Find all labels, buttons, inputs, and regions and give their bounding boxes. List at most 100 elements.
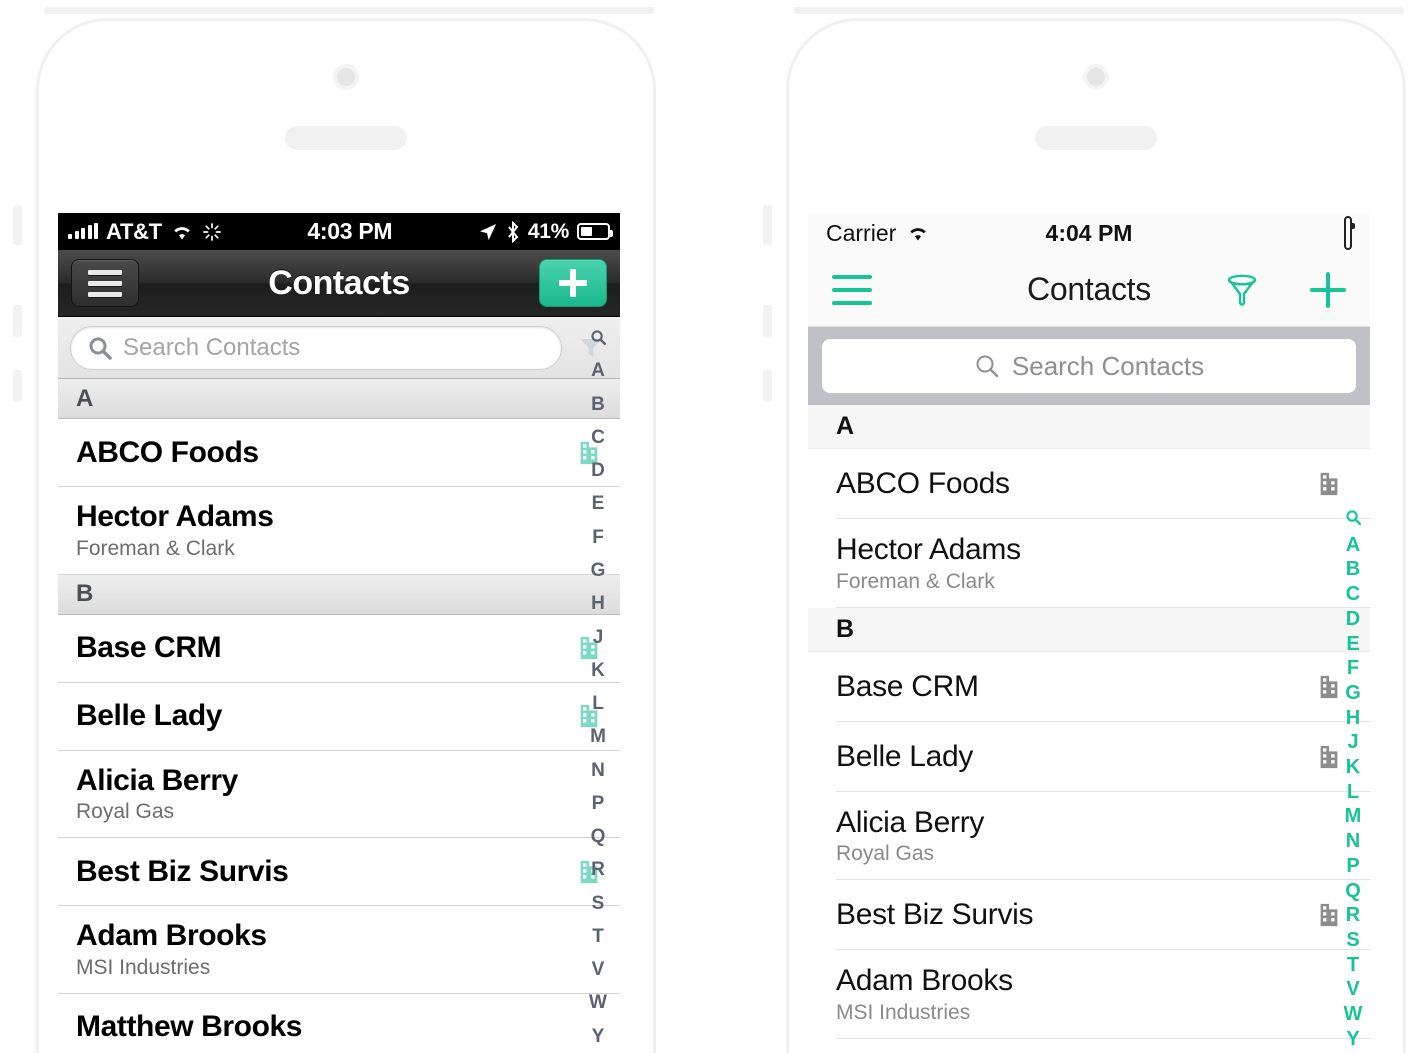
plus-icon [559, 269, 587, 297]
earpiece-speaker [1035, 126, 1157, 150]
status-bar: AT&T 4:03 PM 41% [58, 213, 620, 250]
contact-company: Foreman & Clark [836, 569, 995, 593]
signal-bars-icon [68, 223, 98, 239]
left-screen: AT&T 4:03 PM 41% Contacts Search Contact… [58, 213, 620, 1053]
contact-row[interactable]: Hector Adams Foreman & Clark [58, 487, 620, 575]
search-bar-row: Search Contacts [58, 317, 620, 379]
wifi-icon [174, 226, 190, 239]
status-bar: Carrier 4:04 PM [808, 213, 1370, 253]
contact-row[interactable]: Best Biz Survis [808, 880, 1370, 951]
location-arrow-icon [479, 223, 496, 240]
status-time: 4:04 PM [1045, 219, 1133, 246]
filter-button[interactable] [562, 334, 620, 362]
search-icon [89, 337, 112, 360]
contact-name: Adam Brooks [76, 919, 267, 953]
contact-name: ABCO Foods [836, 467, 1010, 501]
section-header-label: A [836, 412, 855, 440]
search-bar-row: Search Contacts [808, 327, 1370, 405]
volume-down-button[interactable] [763, 370, 772, 402]
section-header-label: B [76, 580, 94, 608]
section-header: A [58, 379, 620, 419]
volume-up-button[interactable] [763, 305, 772, 337]
section-header-label: B [836, 614, 855, 643]
contact-row[interactable]: Matthew Brooks [58, 993, 620, 1053]
comparison-stage: AT&T 4:03 PM 41% Contacts Search Contact… [0, 0, 1413, 1053]
contact-company: Royal Gas [76, 800, 175, 824]
funnel-filter-icon[interactable] [1222, 270, 1262, 310]
silence-switch-button[interactable] [763, 205, 772, 245]
contact-row[interactable]: Belle Lady [58, 682, 620, 751]
earpiece-speaker [285, 126, 407, 150]
company-building-icon [580, 860, 598, 883]
contact-name: Best Biz Survis [76, 854, 289, 888]
hamburger-menu-icon[interactable] [832, 274, 872, 305]
contact-row[interactable]: Matthew Brooks [808, 1038, 1370, 1053]
contact-name: Belle Lady [836, 739, 974, 773]
search-input[interactable]: Search Contacts [822, 339, 1356, 393]
add-contact-button[interactable] [539, 259, 607, 307]
contact-row[interactable]: ABCO Foods [808, 449, 1370, 519]
section-header: B [808, 607, 1370, 652]
section-header: A [808, 405, 1370, 449]
company-building-icon [1320, 745, 1338, 768]
contact-name: Hector Adams [836, 533, 1021, 566]
contact-row[interactable]: Alicia Berry Royal Gas [58, 750, 620, 839]
company-building-icon [580, 636, 598, 660]
contact-name: Alicia Berry [76, 763, 238, 797]
contact-company: MSI Industries [836, 1000, 971, 1024]
contact-row[interactable]: ABCO Foods [58, 419, 620, 487]
status-time: 4:03 PM [307, 218, 393, 244]
volume-down-button[interactable] [13, 370, 22, 402]
company-building-icon [580, 704, 598, 728]
contact-row[interactable]: Adam Brooks MSI Industries [808, 950, 1370, 1039]
nav-bar: Contacts [808, 253, 1370, 327]
contact-row[interactable]: Best Biz Survis [58, 838, 620, 907]
battery-icon [1344, 215, 1352, 250]
activity-spinner-icon [202, 222, 221, 241]
search-icon [976, 355, 999, 378]
phone-top-edge [794, 7, 1404, 14]
contact-row[interactable]: Adam Brooks MSI Industries [58, 906, 620, 994]
battery-icon [577, 223, 613, 240]
contact-name: ABCO Foods [76, 435, 259, 469]
contact-name: Base CRM [76, 631, 222, 665]
contact-row[interactable]: Base CRM [58, 614, 620, 683]
contact-name: Adam Brooks [836, 964, 1013, 998]
contact-company: Royal Gas [836, 842, 935, 866]
contact-row[interactable]: Base CRM [808, 651, 1370, 722]
contact-row[interactable]: Hector Adams Foreman & Clark [808, 519, 1370, 608]
section-header: B [58, 574, 620, 615]
silence-switch-button[interactable] [13, 205, 22, 245]
search-input[interactable]: Search Contacts [70, 325, 562, 370]
volume-up-button[interactable] [13, 305, 22, 337]
battery-percent-label: 41% [527, 219, 569, 243]
company-building-icon [580, 441, 598, 464]
funnel-filter-icon [581, 338, 601, 357]
hamburger-menu-icon[interactable] [71, 259, 139, 307]
contact-row[interactable]: Alicia Berry Royal Gas [808, 791, 1370, 881]
right-screen: Carrier 4:04 PM Contacts Search Contacts… [808, 213, 1370, 1053]
section-header-label: A [76, 384, 94, 412]
contact-row[interactable]: Belle Lady [808, 721, 1370, 792]
contact-name: Alicia Berry [836, 805, 985, 839]
company-building-icon [1320, 675, 1338, 698]
front-camera-icon [1087, 68, 1105, 86]
contact-name: Best Biz Survis [836, 898, 1034, 932]
contact-list: A ABCO Foods Hector Adams Foreman & Clark B B… [58, 379, 620, 1053]
contact-name: Matthew Brooks [76, 1010, 303, 1044]
front-camera-icon [337, 68, 355, 86]
phone-top-edge [44, 7, 654, 14]
carrier-label: AT&T [106, 218, 162, 244]
company-building-icon [1320, 472, 1338, 496]
contact-name: Hector Adams [76, 500, 274, 533]
contact-name: Belle Lady [76, 699, 223, 733]
contact-company: Foreman & Clark [76, 536, 235, 560]
nav-bar: Contacts [58, 250, 620, 317]
search-placeholder: Search Contacts [1011, 350, 1205, 381]
search-placeholder: Search Contacts [123, 333, 301, 361]
page-title: Contacts [268, 263, 410, 302]
add-contact-button[interactable] [1310, 271, 1346, 308]
contact-list: A ABCO Foods Hector Adams Foreman & Clark B B… [808, 405, 1370, 1053]
company-building-icon [1320, 904, 1338, 927]
contact-name: Base CRM [836, 669, 979, 703]
